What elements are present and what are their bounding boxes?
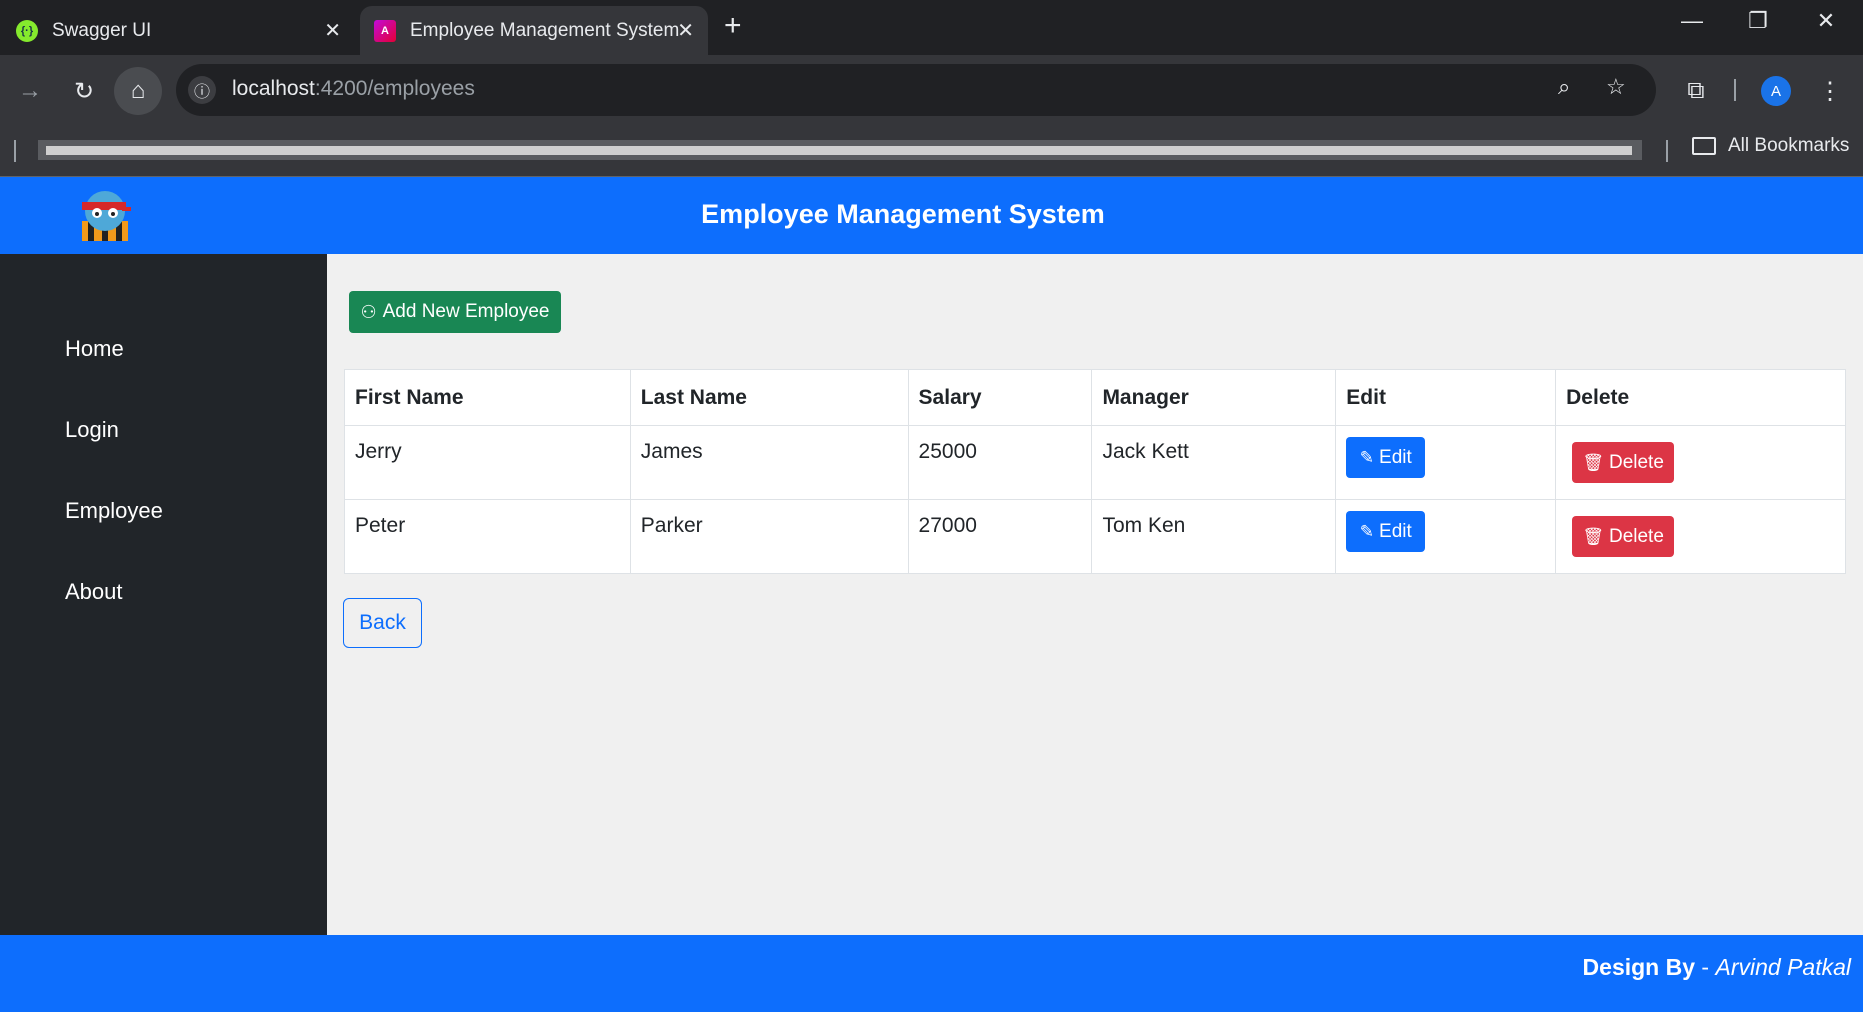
all-bookmarks-label: All Bookmarks [1728, 135, 1850, 156]
footer-prefix: Design By [1582, 954, 1696, 980]
profile-avatar[interactable]: A [1761, 76, 1791, 106]
restore-icon[interactable]: ❐ [1728, 8, 1788, 34]
extensions-icon[interactable]: ⧉ [1676, 71, 1716, 111]
sidebar-item-home[interactable]: Home [65, 336, 124, 362]
cell-edit: ✎ Edit [1335, 499, 1557, 574]
cell-edit: ✎ Edit [1335, 425, 1557, 500]
pencil-icon: ✎ [1359, 521, 1375, 541]
table-header-row: First Name Last Name Salary Manager Edit… [344, 369, 1846, 426]
cell-manager: Tom Ken [1091, 499, 1337, 574]
home-icon[interactable]: ⌂ [114, 67, 162, 115]
minimize-icon[interactable]: — [1662, 8, 1722, 34]
delete-button[interactable]: 🗑 Delete [1572, 516, 1675, 557]
add-user-icon: ⚇ [360, 301, 377, 322]
delete-label: Delete [1608, 525, 1664, 547]
close-tab-icon[interactable]: ✕ [324, 18, 341, 43]
cell-first-name: Jerry [344, 425, 631, 500]
table-row: Jerry James 25000 Jack Kett ✎ Edit 🗑 Del… [344, 425, 1846, 500]
cell-delete: 🗑 Delete [1555, 425, 1846, 500]
edit-button[interactable]: ✎ Edit [1346, 511, 1426, 552]
employee-table: First Name Last Name Salary Manager Edit… [344, 369, 1846, 574]
all-bookmarks-button[interactable]: All Bookmarks [1692, 135, 1849, 157]
add-employee-label: Add New Employee [382, 301, 550, 322]
cell-salary: 27000 [907, 499, 1093, 574]
browser-toolbar: → ↻ ⌂ ⓘ localhost:4200/employees ⌕ ☆ ⧉ A… [0, 55, 1863, 125]
cell-salary: 25000 [907, 425, 1093, 500]
browser-tab-swagger[interactable]: {·} Swagger UI ✕ [0, 6, 355, 55]
column-header: Last Name [629, 369, 909, 426]
add-employee-button[interactable]: ⚇ Add New Employee [349, 291, 561, 333]
angular-icon: A [374, 19, 396, 42]
footer-separator: - [1695, 954, 1716, 980]
close-window-icon[interactable]: ✕ [1796, 8, 1856, 34]
back-button[interactable]: Back [343, 598, 422, 648]
bookmarks-bar: All Bookmarks [0, 125, 1863, 177]
bookmarks-divider [14, 140, 16, 162]
browser-tab-bar: {·} Swagger UI ✕ A Employee Management S… [0, 0, 1863, 55]
trash-icon: 🗑 [1582, 452, 1604, 472]
sidebar-item-employee[interactable]: Employee [65, 498, 163, 524]
column-header: First Name [344, 369, 631, 426]
page-title: Employee Management System [701, 199, 1105, 229]
delete-label: Delete [1608, 451, 1664, 473]
edit-label: Edit [1379, 446, 1412, 468]
new-tab-button[interactable]: + [724, 9, 742, 43]
zoom-icon[interactable]: ⌕ [1558, 74, 1570, 100]
sidebar-item-login[interactable]: Login [65, 417, 119, 443]
tab-title: Swagger UI [52, 19, 152, 41]
footer-credit: Design By - Arvind Patkal [1583, 954, 1851, 981]
sidebar-item-about[interactable]: About [65, 579, 123, 605]
column-header: Edit [1335, 369, 1557, 426]
trash-icon: 🗑 [1582, 526, 1604, 546]
column-header: Delete [1555, 369, 1846, 426]
browser-tab-employee[interactable]: A Employee Management System ✕ [360, 6, 708, 55]
table-row: Peter Parker 27000 Tom Ken ✎ Edit 🗑 Dele… [344, 499, 1846, 574]
bookmark-star-icon[interactable]: ☆ [1606, 74, 1626, 100]
toolbar-divider [1734, 79, 1736, 101]
edit-label: Edit [1379, 520, 1412, 542]
forward-icon[interactable]: → [10, 71, 50, 111]
column-header: Manager [1091, 369, 1337, 426]
sidebar: Home Login Employee About [0, 254, 327, 935]
cell-last-name: Parker [629, 499, 909, 574]
cell-first-name: Peter [344, 499, 631, 574]
folder-icon [1692, 137, 1716, 155]
cell-last-name: James [629, 425, 909, 500]
url-text: localhost:4200/employees [232, 77, 475, 100]
main-content: ⚇ Add New Employee First Name Last Name … [327, 254, 1863, 935]
delete-button[interactable]: 🗑 Delete [1572, 442, 1675, 483]
close-tab-icon[interactable]: ✕ [677, 18, 694, 43]
footer-author: Arvind Patkal [1715, 954, 1851, 980]
address-bar[interactable]: ⓘ localhost:4200/employees ⌕ ☆ [176, 64, 1656, 116]
bookmarks-strip [38, 140, 1642, 160]
site-info-icon[interactable]: ⓘ [188, 76, 216, 104]
app-footer: Design By - Arvind Patkal [0, 935, 1863, 1012]
reload-icon[interactable]: ↻ [64, 71, 104, 111]
cell-manager: Jack Kett [1091, 425, 1337, 500]
edit-button[interactable]: ✎ Edit [1346, 437, 1426, 478]
app-header: Employee Management System [0, 177, 1863, 254]
bookmarks-divider [1666, 140, 1668, 162]
swagger-icon: {·} [16, 19, 38, 42]
column-header: Salary [907, 369, 1093, 426]
more-menu-icon[interactable]: ⋮ [1810, 71, 1850, 111]
cell-delete: 🗑 Delete [1555, 499, 1846, 574]
pencil-icon: ✎ [1359, 447, 1375, 467]
tab-title: Employee Management System [410, 19, 680, 41]
